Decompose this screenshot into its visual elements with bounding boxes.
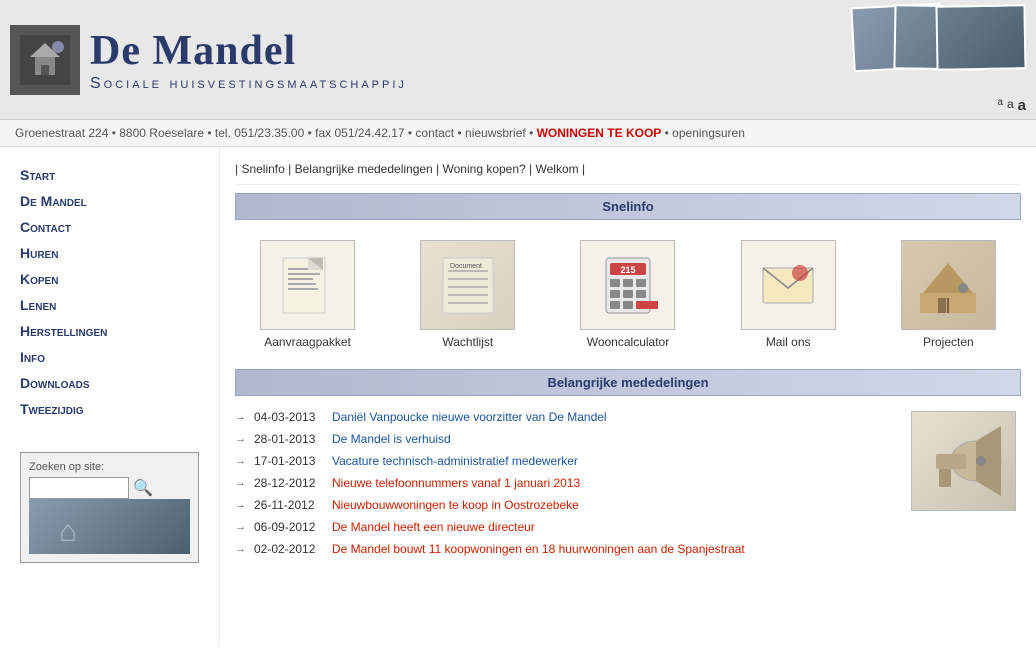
mededeling-row: → 04-03-2013 Daniël Vanpoucke nieuwe voo… (235, 406, 896, 428)
arrow-icon: → (235, 543, 246, 555)
font-small-btn[interactable]: a (997, 97, 1003, 114)
mededelingen-header: Belangrijke mededelingen (235, 369, 1021, 396)
search-box: Zoeken op site: 🔍 (20, 452, 199, 563)
sidebar-house-image (29, 499, 190, 554)
arrow-icon: → (235, 455, 246, 467)
mededeling-row: → 26-11-2012 Nieuwbouwwoningen te koop i… (235, 494, 896, 516)
snelinfo-label-mail-ons: Mail ons (766, 335, 811, 349)
arrow-icon: → (235, 521, 246, 533)
snelinfo-image-wachtlijst: Document (420, 240, 515, 330)
mededeling-date: 02-02-2012 (254, 542, 324, 556)
content-area: | Snelinfo | Belangrijke mededelingen | … (220, 147, 1036, 647)
mededelingen-list: → 04-03-2013 Daniël Vanpoucke nieuwe voo… (235, 406, 896, 560)
font-medium-btn[interactable]: a (1007, 97, 1014, 114)
arrow-icon: → (235, 411, 246, 423)
woningen-link[interactable]: WONINGEN TE KOOP (537, 126, 662, 140)
mededelingen-image-area (911, 406, 1021, 560)
svg-text:215: 215 (620, 265, 635, 275)
site-subtitle: Sociale huisvestingsmaatschappij (90, 75, 1026, 93)
snelinfo-image-projecten (901, 240, 996, 330)
logo-icon (10, 25, 80, 95)
snelinfo-item-projecten[interactable]: Projecten (901, 240, 996, 349)
mededeling-row: → 02-02-2012 De Mandel bouwt 11 koopwoni… (235, 538, 896, 560)
header-image-3 (935, 4, 1026, 71)
sidebar-item-kopen[interactable]: Kopen (20, 266, 199, 292)
arrow-icon: → (235, 433, 246, 445)
mededeling-date: 28-01-2013 (254, 432, 324, 446)
snelinfo-label-wooncalculator: Wooncalculator (587, 335, 670, 349)
search-label: Zoeken op site: (29, 461, 190, 473)
quicknav-snelinfo[interactable]: Snelinfo (241, 162, 284, 176)
newsbrief-link[interactable]: nieuwsbrief (465, 126, 526, 140)
search-row: 🔍 (29, 477, 190, 499)
snelinfo-image-mail-ons (741, 240, 836, 330)
snelinfo-items: Aanvraagpakket Document Wachtlijst 215 Woonc… (235, 230, 1021, 354)
mededeling-date: 26-11-2012 (254, 498, 324, 512)
arrow-icon: → (235, 499, 246, 511)
mededeling-row: → 17-01-2013 Vacature technisch-administ… (235, 450, 896, 472)
megaphone-image (911, 411, 1016, 511)
mededeling-text[interactable]: De Mandel bouwt 11 koopwoningen en 18 hu… (332, 542, 745, 556)
snelinfo-image-aanvraagpakket (260, 240, 355, 330)
snelinfo-item-wachtlijst[interactable]: Document Wachtlijst (420, 240, 515, 349)
sidebar-item-contact[interactable]: Contact (20, 214, 199, 240)
snelinfo-header: Snelinfo (235, 193, 1021, 220)
mededeling-text[interactable]: Daniël Vanpoucke nieuwe voorzitter van D… (332, 410, 607, 424)
sidebar-item-de-mandel[interactable]: De Mandel (20, 188, 199, 214)
mededelingen-layout: → 04-03-2013 Daniël Vanpoucke nieuwe voo… (235, 406, 1021, 560)
sidebar-item-info[interactable]: Info (20, 344, 199, 370)
mededeling-text[interactable]: Vacature technisch-administratief medewe… (332, 454, 578, 468)
quick-nav: | Snelinfo | Belangrijke mededelingen | … (235, 157, 1021, 185)
search-button[interactable]: 🔍 (133, 478, 153, 498)
snelinfo-item-mail-ons[interactable]: Mail ons (741, 240, 836, 349)
font-controls: a a a (997, 97, 1026, 114)
mededeling-date: 06-09-2012 (254, 520, 324, 534)
header-images (852, 5, 1026, 70)
openingsuren-link[interactable]: openingsuren (672, 126, 745, 140)
search-input[interactable] (29, 477, 129, 499)
quicknav-welkom[interactable]: Welkom (536, 162, 579, 176)
sidebar-item-lenen[interactable]: Lenen (20, 292, 199, 318)
address-text: Groenestraat 224 • 8800 Roeselare • tel.… (15, 126, 412, 140)
address-bar: Groenestraat 224 • 8800 Roeselare • tel.… (0, 120, 1036, 147)
mededeling-text[interactable]: De Mandel heeft een nieuwe directeur (332, 520, 535, 534)
sidebar: StartDe MandelContactHurenKopenLenenHers… (0, 147, 220, 647)
arrow-icon: → (235, 477, 246, 489)
snelinfo-image-wooncalculator: 215 (580, 240, 675, 330)
quicknav-woning-kopen[interactable]: Woning kopen? (443, 162, 526, 176)
sidebar-item-herstellingen[interactable]: Herstellingen (20, 318, 199, 344)
mededeling-row: → 28-12-2012 Nieuwe telefoonnummers vana… (235, 472, 896, 494)
svg-text:Document: Document (450, 263, 482, 270)
snelinfo-item-aanvraagpakket[interactable]: Aanvraagpakket (260, 240, 355, 349)
mededeling-text[interactable]: Nieuwe telefoonnummers vanaf 1 januari 2… (332, 476, 580, 490)
main-layout: StartDe MandelContactHurenKopenLenenHers… (0, 147, 1036, 647)
sidebar-item-huren[interactable]: Huren (20, 240, 199, 266)
page-header: De Mandel Sociale huisvestingsmaatschapp… (0, 0, 1036, 120)
sidebar-item-downloads[interactable]: Downloads (20, 370, 199, 396)
contact-link[interactable]: contact (415, 126, 454, 140)
quicknav-mededelingen[interactable]: Belangrijke mededelingen (295, 162, 433, 176)
mededeling-text[interactable]: De Mandel is verhuisd (332, 432, 451, 446)
mededeling-date: 17-01-2013 (254, 454, 324, 468)
sidebar-item-start[interactable]: Start (20, 162, 199, 188)
mededeling-date: 28-12-2012 (254, 476, 324, 490)
snelinfo-label-projecten: Projecten (923, 335, 974, 349)
mededeling-row: → 06-09-2012 De Mandel heeft een nieuwe … (235, 516, 896, 538)
snelinfo-item-wooncalculator[interactable]: 215 Wooncalculator (580, 240, 675, 349)
sidebar-nav: StartDe MandelContactHurenKopenLenenHers… (20, 162, 199, 422)
sidebar-item-tweezijdig[interactable]: Tweezijdig (20, 396, 199, 422)
font-large-btn[interactable]: a (1018, 97, 1026, 114)
mededeling-date: 04-03-2013 (254, 410, 324, 424)
snelinfo-label-aanvraagpakket: Aanvraagpakket (264, 335, 351, 349)
snelinfo-label-wachtlijst: Wachtlijst (442, 335, 493, 349)
mededeling-text[interactable]: Nieuwbouwwoningen te koop in Oostrozebek… (332, 498, 579, 512)
mededeling-row: → 28-01-2013 De Mandel is verhuisd (235, 428, 896, 450)
